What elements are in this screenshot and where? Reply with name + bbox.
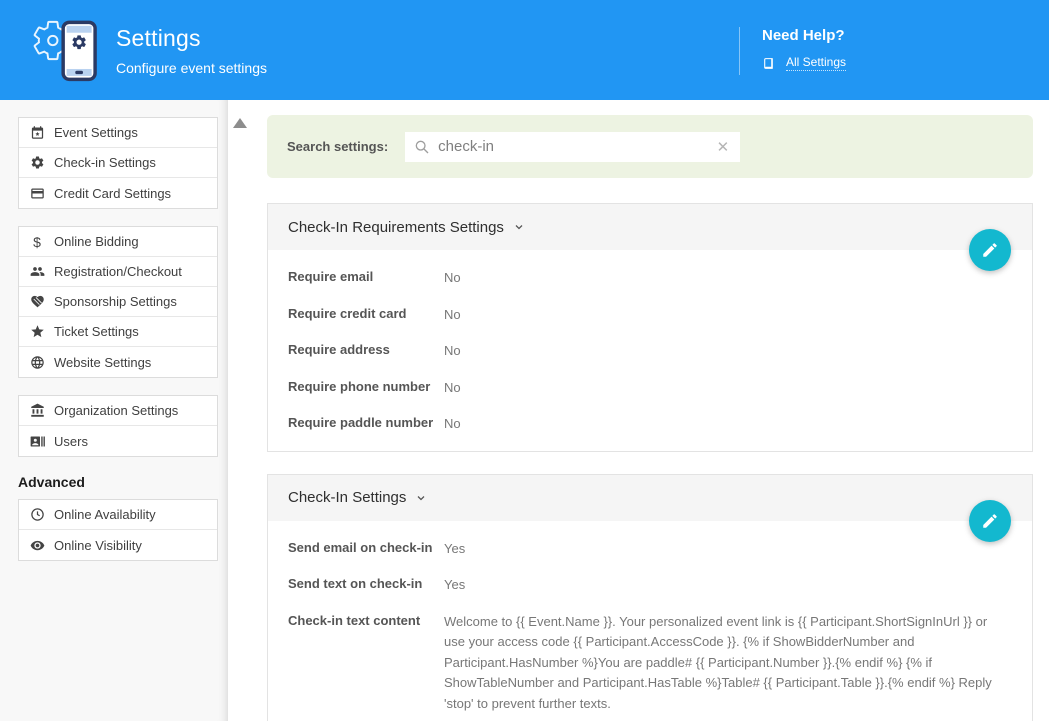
chevron-down-icon [513, 221, 525, 233]
sidebar-item-label: Online Availability [54, 507, 156, 522]
settings-sidebar: Event Settings Check-in Settings Credit … [0, 100, 228, 721]
eye-icon [29, 537, 45, 553]
settings-phone-icon [20, 8, 102, 92]
setting-label: Check-in text content [288, 612, 444, 715]
event-icon [29, 125, 45, 141]
setting-value: No [444, 414, 996, 435]
section-title: Check-In Requirements Settings [288, 219, 504, 236]
setting-row: Require paddle number No [288, 406, 1012, 443]
section-header[interactable]: Check-In Requirements Settings [268, 204, 1032, 250]
sidebar-item-label: Check-in Settings [54, 155, 156, 170]
app-header: Settings Configure event settings Need H… [0, 0, 1049, 100]
sidebar-item-organization-settings[interactable]: Organization Settings [19, 396, 217, 426]
search-box: ✕ [405, 132, 740, 162]
help-block: Need Help? All Settings [739, 27, 846, 75]
setting-label: Require phone number [288, 378, 444, 399]
sidebar-item-label: Online Bidding [54, 234, 139, 249]
sidebar-item-label: Event Settings [54, 125, 138, 140]
setting-value: Welcome to {{ Event.Name }}. Your person… [444, 612, 996, 715]
page-subtitle: Configure event settings [116, 60, 267, 76]
all-settings-label: All Settings [786, 55, 846, 71]
sidebar-group-org: Organization Settings Users [18, 395, 218, 457]
setting-row: Require credit card No [288, 297, 1012, 334]
sidebar-item-label: Online Visibility [54, 538, 142, 553]
contacts-icon [29, 433, 45, 449]
setting-label: Send text on check-in [288, 575, 444, 596]
setting-label: Require email [288, 268, 444, 289]
book-icon [762, 57, 775, 70]
section-header[interactable]: Check-In Settings [268, 475, 1032, 521]
credit-card-icon [29, 185, 45, 201]
setting-value: Yes [444, 539, 996, 560]
clear-search-icon[interactable]: ✕ [715, 138, 732, 156]
globe-icon [29, 354, 45, 370]
heart-hand-icon [29, 294, 45, 310]
setting-label: Send email on check-in [288, 539, 444, 560]
search-label: Search settings: [287, 139, 388, 154]
star-icon [29, 324, 45, 340]
edit-button[interactable] [969, 500, 1011, 542]
sidebar-item-registration-checkout[interactable]: Registration/Checkout [19, 257, 217, 287]
people-icon [29, 264, 45, 280]
sidebar-item-online-availability[interactable]: Online Availability [19, 500, 217, 530]
sidebar-item-label: Organization Settings [54, 403, 178, 418]
search-icon [414, 139, 430, 155]
need-help-heading: Need Help? [762, 27, 846, 44]
dollar-icon: $ [29, 234, 45, 250]
bank-icon [29, 403, 45, 419]
gear-icon [29, 155, 45, 171]
sidebar-item-label: Users [54, 434, 88, 449]
setting-row: Require phone number No [288, 370, 1012, 407]
page-title: Settings [116, 25, 267, 52]
setting-label: Require credit card [288, 305, 444, 326]
setting-row: Send email on check-in Yes [288, 531, 1012, 568]
sidebar-item-credit-card-settings[interactable]: Credit Card Settings [19, 178, 217, 208]
setting-value: No [444, 378, 996, 399]
setting-row: Require email No [288, 260, 1012, 297]
setting-label: Require paddle number [288, 414, 444, 435]
section-checkin-settings: Check-In Settings Send email on check-in… [267, 474, 1033, 721]
sidebar-item-online-visibility[interactable]: Online Visibility [19, 530, 217, 560]
sidebar-item-ticket-settings[interactable]: Ticket Settings [19, 317, 217, 347]
pencil-icon [981, 241, 999, 259]
setting-row: Require address No [288, 333, 1012, 370]
section-body: Require email No Require credit card No … [268, 250, 1032, 451]
search-panel: Search settings: ✕ [267, 115, 1033, 178]
setting-value: Yes [444, 575, 996, 596]
sidebar-item-label: Website Settings [54, 355, 151, 370]
pencil-icon [981, 512, 999, 530]
setting-value: No [444, 305, 996, 326]
sidebar-item-event-settings[interactable]: Event Settings [19, 118, 217, 148]
edit-button[interactable] [969, 229, 1011, 271]
search-input[interactable] [438, 138, 714, 155]
setting-row: Send text on check-in Yes [288, 567, 1012, 604]
sidebar-item-website-settings[interactable]: Website Settings [19, 347, 217, 377]
sidebar-item-checkin-settings[interactable]: Check-in Settings [19, 148, 217, 178]
setting-label: Require address [288, 341, 444, 362]
sidebar-group-commerce: $ Online Bidding Registration/Checkout S… [18, 226, 218, 378]
sidebar-item-label: Registration/Checkout [54, 264, 182, 279]
sidebar-item-online-bidding[interactable]: $ Online Bidding [19, 227, 217, 257]
section-body: Send email on check-in Yes Send text on … [268, 521, 1032, 721]
scroll-to-top-arrow[interactable] [233, 118, 247, 128]
setting-value: No [444, 341, 996, 362]
all-settings-link[interactable]: All Settings [762, 55, 846, 71]
sidebar-item-label: Sponsorship Settings [54, 294, 177, 309]
setting-row: Check-in text content Welcome to {{ Even… [288, 604, 1012, 721]
section-checkin-requirements: Check-In Requirements Settings Require e… [267, 203, 1033, 452]
clock-icon [29, 507, 45, 523]
advanced-heading: Advanced [18, 474, 228, 490]
sidebar-item-sponsorship-settings[interactable]: Sponsorship Settings [19, 287, 217, 317]
section-title: Check-In Settings [288, 489, 406, 506]
sidebar-item-label: Ticket Settings [54, 324, 139, 339]
settings-main: Search settings: ✕ Check-In Requirements… [228, 100, 1049, 721]
sidebar-item-label: Credit Card Settings [54, 186, 171, 201]
sidebar-group-advanced: Online Availability Online Visibility [18, 499, 218, 561]
sidebar-group-event: Event Settings Check-in Settings Credit … [18, 117, 218, 209]
chevron-down-icon [415, 492, 427, 504]
setting-value: No [444, 268, 996, 289]
sidebar-item-users[interactable]: Users [19, 426, 217, 456]
